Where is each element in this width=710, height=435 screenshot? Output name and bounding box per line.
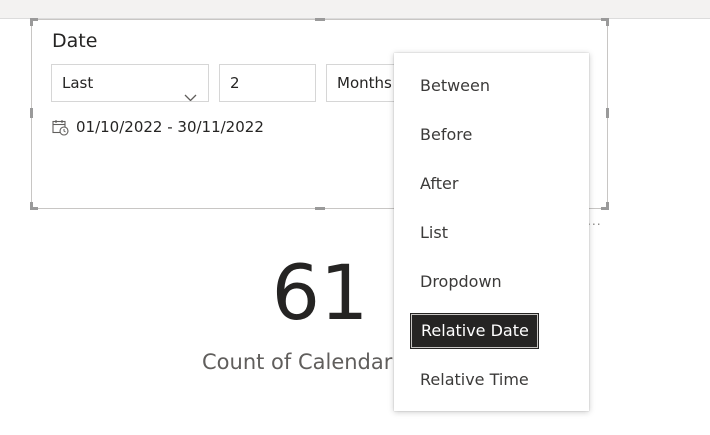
resize-handle-bottom-left-v[interactable] [30, 202, 33, 210]
menu-item-dropdown[interactable]: Dropdown [420, 272, 502, 291]
menu-item-before[interactable]: Before [420, 125, 472, 144]
relative-direction-value: Last [62, 74, 94, 92]
resize-handle-bottom-mid[interactable] [315, 207, 325, 210]
card-label: Count of Calendar [202, 350, 393, 374]
card-value: 61 [271, 248, 369, 337]
menu-item-relative-date[interactable]: Relative Date [411, 314, 538, 348]
more-options-icon[interactable]: ... [587, 212, 602, 228]
menu-item-after[interactable]: After [420, 174, 458, 193]
resize-handle-top-left-v[interactable] [30, 18, 33, 26]
date-range-text: 01/10/2022 - 30/11/2022 [76, 118, 264, 136]
slicer-style-menu: Between Before After List Dropdown Relat… [394, 53, 589, 411]
resize-handle-right-mid[interactable] [606, 108, 609, 118]
resize-handle-bottom-right-v[interactable] [606, 202, 609, 210]
resize-handle-top-mid[interactable] [315, 18, 325, 21]
chevron-down-icon[interactable] [184, 79, 197, 101]
menu-item-relative-time[interactable]: Relative Time [420, 370, 529, 389]
relative-number-input[interactable]: 2 [219, 64, 316, 102]
resize-handle-top-right-v[interactable] [606, 18, 609, 26]
date-range: 01/10/2022 - 30/11/2022 [52, 118, 264, 136]
relative-direction-select[interactable]: Last [51, 64, 209, 102]
menu-item-between[interactable]: Between [420, 76, 490, 95]
calendar-clock-icon [52, 119, 69, 136]
slicer-title: Date [52, 30, 98, 52]
top-strip [0, 0, 710, 19]
menu-item-list[interactable]: List [420, 223, 448, 242]
resize-handle-left-mid[interactable] [30, 108, 33, 118]
